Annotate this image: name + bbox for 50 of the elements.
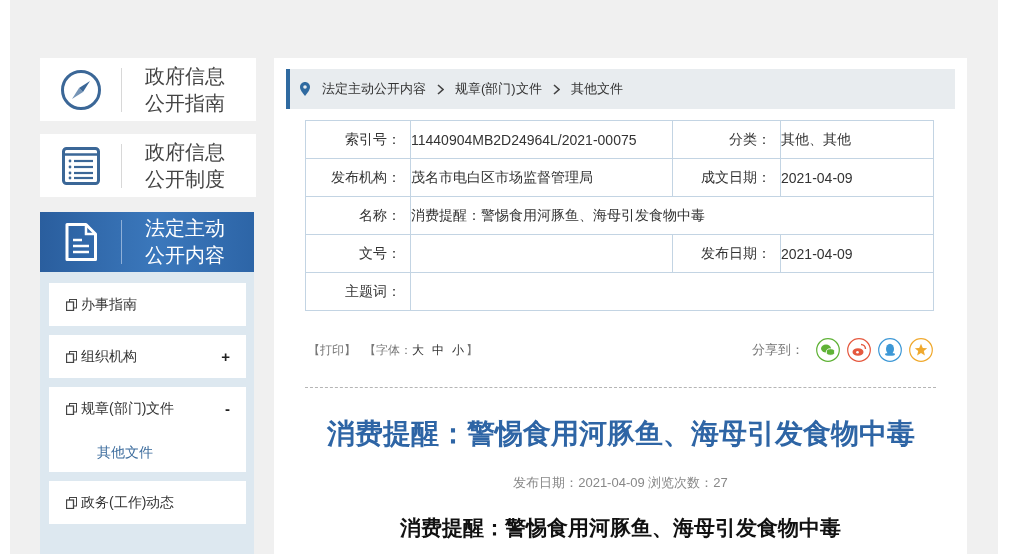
page-icon [66,402,77,415]
article-meta: 发布日期：2021-04-09 浏览次数：27 [513,474,728,492]
field-value: 茂名市电白区市场监督管理局 [411,168,593,185]
document-icon [64,223,97,261]
share-label: 分享到： [752,341,804,359]
field-label: 发布日期： [701,244,771,261]
field-value: 2021-04-09 [781,245,853,262]
font-size-link[interactable]: 中 [432,341,444,359]
submenu-item[interactable]: 其他文件 [97,437,153,467]
font-size-bracket: 】 [466,341,478,359]
sidebar-card[interactable]: 法定主动 公开内容 [40,212,254,272]
font-size-link[interactable]: 小 [452,341,464,359]
expand-toggle[interactable]: - [225,400,230,417]
field-label: 索引号： [345,130,401,147]
expand-toggle[interactable]: + [221,348,230,365]
field-label: 名称： [359,206,401,223]
font-size-label: 【字体： [364,341,412,359]
menu-item[interactable]: 规章(部门)文件 [49,387,175,430]
page-icon [66,298,77,311]
menu-item[interactable]: 办事指南 [49,283,137,326]
weibo-icon[interactable] [847,338,871,362]
field-label: 成文日期： [701,168,771,185]
page-icon [66,350,77,363]
location-pin-icon [300,82,310,96]
print-link[interactable]: 【打印】 [308,341,356,359]
article-title: 消费提醒：警惕食用河豚鱼、海母引发食物中毒 [326,417,915,451]
page-icon [66,496,77,509]
menu-item[interactable]: 组织机构 [49,335,137,378]
penguin-icon[interactable] [878,338,902,362]
font-size-link[interactable]: 大 [412,341,424,359]
chevron-icon [437,83,444,95]
list-icon [61,146,100,185]
compass-icon [60,69,101,110]
field-value: 2021-04-09 [781,169,853,186]
sidebar-card[interactable]: 政府信息 公开指南 [40,58,256,121]
field-value: 消费提醒：警惕食用河豚鱼、海母引发食物中毒 [411,206,705,223]
breadcrumb-link[interactable]: 规章(部门)文件 [455,80,542,98]
breadcrumb-link[interactable]: 法定主动公开内容 [322,80,426,98]
field-value: 其他、其他 [781,130,851,147]
field-label: 发布机构： [331,168,401,185]
chevron-icon [552,83,560,95]
field-value: 11440904MB2D24964L/2021-00075 [411,131,637,148]
field-label: 主题词： [345,282,401,299]
menu-item[interactable]: 政务(工作)动态 [49,481,175,524]
sidebar-card[interactable]: 政府信息 公开制度 [40,134,256,197]
breadcrumb-link[interactable]: 其他文件 [570,80,623,98]
chat-bubbles-icon[interactable] [816,338,840,362]
field-label: 分类： [729,130,771,147]
article-subtitle: 消费提醒：警惕食用河豚鱼、海母引发食物中毒 [400,515,841,541]
field-label: 文号： [359,244,401,261]
